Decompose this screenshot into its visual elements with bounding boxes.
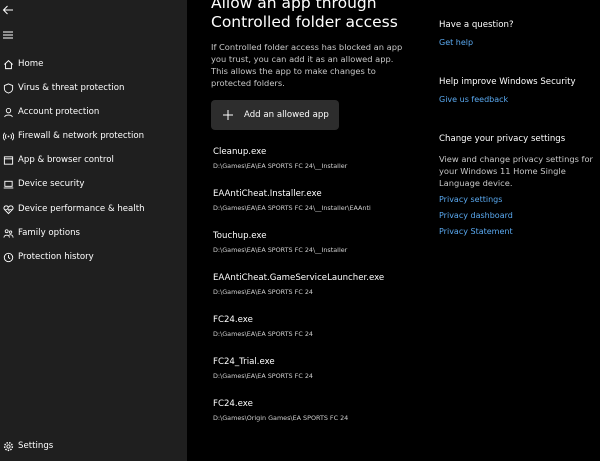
laptop-icon [2, 178, 14, 190]
app-path: D:\Games\EA\EA SPORTS FC 24 [213, 372, 313, 380]
sidebar-item-label: App & browser control [18, 155, 114, 165]
app-name: FC24_Trial.exe [213, 357, 275, 367]
privacy-description: View and change privacy settings for you… [439, 154, 593, 188]
app-path: D:\Games\Origin Games\EA SPORTS FC 24 [213, 414, 349, 422]
sidebar-item-device-security[interactable]: Device security [0, 173, 187, 195]
person-icon [2, 106, 14, 118]
sidebar-item-label: Device security [18, 179, 85, 189]
allowed-app-item[interactable]: Touchup.exe D:\Games\EA\EA SPORTS FC 24\… [213, 231, 403, 255]
app-path: D:\Games\EA\EA SPORTS FC 24\__Installer\… [213, 204, 371, 212]
give-feedback-link[interactable]: Give us feedback [439, 94, 594, 105]
add-allowed-app-label: Add an allowed app [244, 110, 329, 120]
app-name: EAAntiCheat.GameServiceLauncher.exe [213, 273, 385, 283]
app-path: D:\Games\EA\EA SPORTS FC 24 [213, 288, 313, 296]
sidebar-item-label: Family options [18, 228, 81, 238]
page-title-line1: Allow an app through [211, 0, 377, 12]
page-description: If Controlled folder access has blocked … [211, 42, 403, 88]
sidebar-item-firewall[interactable]: Firewall & network protection [0, 125, 187, 147]
sidebar-item-virus-threat[interactable]: Virus & threat protection [0, 77, 187, 99]
sidebar: Home Virus & threat protection Account p… [0, 0, 187, 461]
heart-icon [2, 203, 14, 215]
menu-button[interactable] [1, 28, 15, 42]
page-title: Allow an app through Controlled folder a… [211, 0, 421, 32]
have-question-heading: Have a question? [439, 20, 514, 30]
app-name: Touchup.exe [213, 231, 267, 241]
app-name: Cleanup.exe [213, 147, 267, 157]
allowed-app-item[interactable]: EAAntiCheat.Installer.exe D:\Games\EA\EA… [213, 189, 403, 213]
plus-icon [223, 110, 233, 120]
sidebar-item-label: Home [18, 59, 44, 69]
sidebar-item-label: Account protection [18, 107, 100, 117]
sidebar-item-protection-history[interactable]: Protection history [0, 246, 187, 268]
home-icon [2, 58, 14, 70]
app-path: D:\Games\EA\EA SPORTS FC 24\__Installer [213, 162, 348, 170]
wifi-signal-icon [2, 130, 14, 142]
allowed-app-item[interactable]: Cleanup.exe D:\Games\EA\EA SPORTS FC 24\… [213, 147, 403, 171]
back-arrow-icon [2, 5, 13, 15]
privacy-heading: Change your privacy settings [439, 134, 566, 144]
gear-icon [2, 440, 14, 452]
privacy-dashboard-link[interactable]: Privacy dashboard [439, 210, 594, 221]
sidebar-item-settings[interactable]: Settings [0, 435, 187, 457]
app-name: FC24.exe [213, 315, 253, 325]
allowed-app-item[interactable]: FC24_Trial.exe D:\Games\EA\EA SPORTS FC … [213, 357, 403, 381]
sidebar-item-label: Virus & threat protection [18, 83, 125, 93]
sidebar-item-family[interactable]: Family options [0, 222, 187, 244]
family-icon [2, 227, 14, 239]
app-path: D:\Games\EA\EA SPORTS FC 24\__Installer [213, 246, 348, 254]
allowed-app-item[interactable]: FC24.exe D:\Games\EA\EA SPORTS FC 24 [213, 315, 403, 339]
hamburger-icon [3, 31, 13, 39]
sidebar-settings-label: Settings [18, 441, 54, 451]
app-name: FC24.exe [213, 399, 253, 409]
privacy-statement-link[interactable]: Privacy Statement [439, 226, 594, 237]
back-button[interactable] [1, 3, 15, 17]
sidebar-item-app-browser[interactable]: App & browser control [0, 149, 187, 171]
page-title-line2: Controlled folder access [211, 13, 398, 31]
sidebar-item-device-performance[interactable]: Device performance & health [0, 198, 187, 220]
privacy-settings-link[interactable]: Privacy settings [439, 194, 594, 205]
history-icon [2, 251, 14, 263]
sidebar-item-home[interactable]: Home [0, 53, 187, 75]
add-allowed-app-button[interactable]: Add an allowed app [211, 100, 339, 130]
app-name: EAAntiCheat.Installer.exe [213, 189, 322, 199]
sidebar-item-label: Firewall & network protection [18, 131, 145, 141]
allowed-app-item[interactable]: FC24.exe D:\Games\Origin Games\EA SPORTS… [213, 399, 403, 423]
sidebar-item-account[interactable]: Account protection [0, 101, 187, 123]
shield-icon [2, 82, 14, 94]
get-help-link[interactable]: Get help [439, 37, 594, 48]
app-path: D:\Games\EA\EA SPORTS FC 24 [213, 330, 313, 338]
allowed-app-item[interactable]: EAAntiCheat.GameServiceLauncher.exe D:\G… [213, 273, 403, 297]
sidebar-item-label: Protection history [18, 252, 94, 262]
help-improve-heading: Help improve Windows Security [439, 77, 576, 87]
app-window-icon [2, 154, 14, 166]
sidebar-item-label: Device performance & health [18, 204, 145, 214]
